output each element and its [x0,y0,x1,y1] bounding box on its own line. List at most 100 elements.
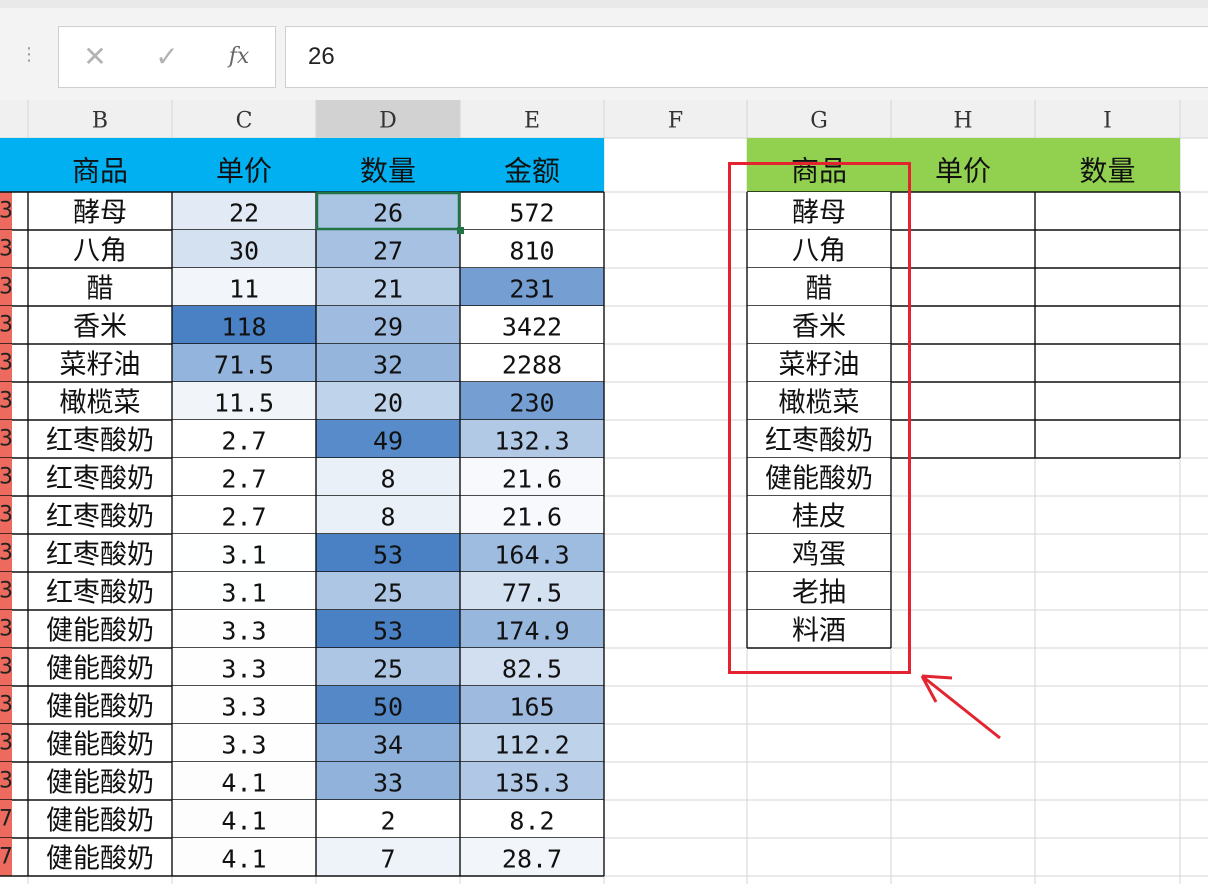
left-header-label: 数量 [360,155,416,188]
row-number-label: 3 [0,351,13,376]
column-header-d[interactable]: D [379,109,397,134]
row-number-label: 3 [0,731,13,756]
confirm-icon[interactable]: ✓ [131,27,203,87]
product-cell: 健能酸奶 [46,806,154,837]
price-cell: 3.1 [221,541,266,570]
row-number-label: 3 [0,503,13,528]
row-number-label: 7 [0,807,13,832]
product-cell: 红枣酸奶 [46,540,154,571]
amount-cell: 230 [509,389,554,418]
row-number-label: 3 [0,693,13,718]
lookup-product-cell: 菜籽油 [779,350,860,381]
product-cell: 健能酸奶 [46,844,154,875]
product-cell: 健能酸奶 [46,616,154,647]
amount-cell: 3422 [502,313,562,342]
qty-cell: 26 [373,199,403,228]
amount-cell: 21.6 [502,503,562,532]
lookup-product-cell: 橄榄菜 [779,388,860,419]
column-header-b[interactable]: B [92,109,108,134]
price-cell: 30 [229,237,259,266]
column-header-e[interactable]: E [524,109,540,134]
product-cell: 健能酸奶 [46,654,154,685]
row-number-label: 3 [0,579,13,604]
product-cell: 健能酸奶 [46,730,154,761]
row-number-label: 3 [0,465,13,490]
spreadsheet-grid[interactable]: B C D E F G H I 商品 单价 数量 金额 3 酵母 22 26 572 3 八角 30 27 810 3 醋 11… [0,100,1208,884]
column-header-i[interactable]: I [1103,109,1112,134]
product-cell: 香米 [73,312,127,343]
price-cell: 3.1 [221,579,266,608]
right-header-label: 单价 [935,155,991,188]
window-top-strip [0,0,1208,8]
price-cell: 11 [229,275,259,304]
left-header-label: 单价 [216,155,272,188]
row-number-label: 3 [0,427,13,452]
column-header-g[interactable]: G [810,109,828,134]
amount-cell: 21.6 [502,465,562,494]
formula-bar: ⋮ ✕ ✓ fx 26 [0,8,1208,100]
price-cell: 4.1 [221,769,266,798]
column-header-h[interactable]: H [953,109,972,134]
vertical-dots-icon[interactable]: ⋮ [20,42,38,68]
left-header-edge [0,138,28,192]
price-cell: 3.3 [221,617,266,646]
price-cell: 71.5 [214,351,274,380]
lookup-product-cell: 鸡蛋 [792,540,846,571]
product-cell: 红枣酸奶 [46,426,154,457]
row-number-label: 3 [0,389,13,414]
lookup-product-cell: 酵母 [792,198,846,229]
qty-cell: 27 [373,237,403,266]
lookup-product-cell: 香米 [792,312,846,343]
price-cell: 118 [221,313,266,342]
amount-cell: 28.7 [502,845,562,874]
row-number-label: 3 [0,237,13,262]
product-cell: 橄榄菜 [60,388,141,419]
price-cell: 3.3 [221,731,266,760]
lookup-product-cell: 老抽 [792,578,846,609]
qty-cell: 25 [373,579,403,608]
product-cell: 红枣酸奶 [46,578,154,609]
qty-cell: 29 [373,313,403,342]
qty-cell: 32 [373,351,403,380]
lookup-product-cell: 八角 [792,236,846,267]
price-cell: 22 [229,199,259,228]
column-header-f[interactable]: F [668,109,683,134]
product-cell: 醋 [87,274,114,305]
qty-cell: 21 [373,275,403,304]
price-cell: 2.7 [221,503,266,532]
row-number-label: 7 [0,845,13,870]
product-cell: 健能酸奶 [46,692,154,723]
fill-handle[interactable] [457,227,464,234]
cancel-icon[interactable]: ✕ [59,27,131,87]
price-cell: 4.1 [221,807,266,836]
amount-cell: 174.9 [494,617,569,646]
product-cell: 菜籽油 [60,350,141,381]
price-cell: 2.7 [221,427,266,456]
qty-cell: 53 [373,617,403,646]
product-cell: 酵母 [73,198,127,229]
row-number-label: 3 [0,541,13,566]
price-cell: 11.5 [214,389,274,418]
row-number-label: 3 [0,275,13,300]
product-cell: 八角 [73,236,127,267]
insert-function-icon[interactable]: fx [203,27,275,87]
lookup-product-cell: 醋 [806,274,833,305]
formula-input[interactable]: 26 [285,26,1208,88]
qty-cell: 20 [373,389,403,418]
price-cell: 2.7 [221,465,266,494]
amount-cell: 8.2 [509,807,554,836]
row-number-label: 3 [0,769,13,794]
qty-cell: 34 [373,731,403,760]
product-cell: 红枣酸奶 [46,464,154,495]
amount-cell: 164.3 [494,541,569,570]
column-header-c[interactable]: C [236,109,253,134]
amount-cell: 165 [509,693,554,722]
qty-cell: 8 [380,465,395,494]
price-cell: 4.1 [221,845,266,874]
price-cell: 3.3 [221,693,266,722]
qty-cell: 8 [380,503,395,532]
qty-cell: 49 [373,427,403,456]
left-header-label: 金额 [504,155,560,188]
row-number-label: 3 [0,313,13,338]
row-number-label: 3 [0,617,13,642]
